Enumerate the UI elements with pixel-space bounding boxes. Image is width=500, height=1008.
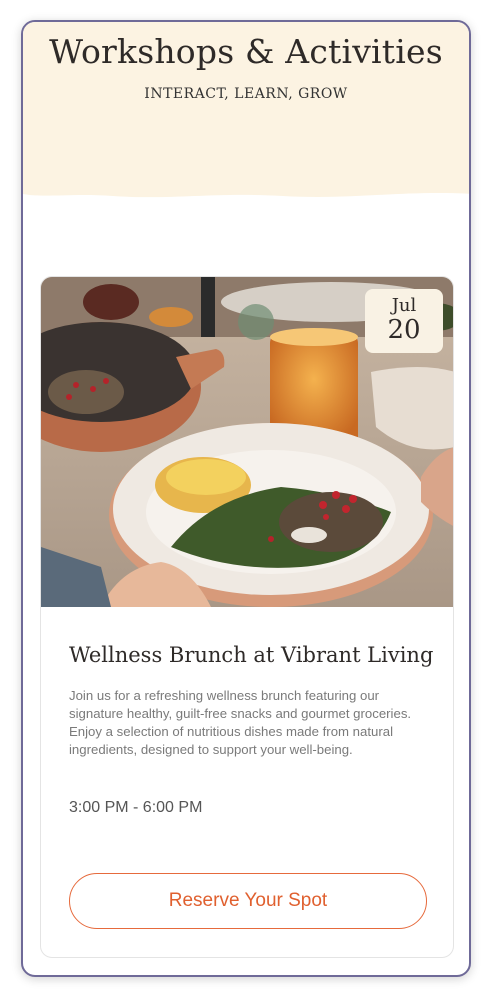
header-banner: Workshops & Activities INTERACT, LEARN, …	[23, 22, 469, 222]
date-day: 20	[387, 315, 421, 345]
date-badge: Jul 20	[365, 289, 443, 353]
page-title: Workshops & Activities	[49, 32, 443, 71]
phone-frame: Workshops & Activities INTERACT, LEARN, …	[21, 20, 471, 977]
page-subtitle: INTERACT, LEARN, GROW	[144, 86, 348, 102]
event-title: Wellness Brunch at Vibrant Living	[69, 643, 434, 667]
event-time: 3:00 PM - 6:00 PM	[69, 799, 203, 816]
reserve-spot-button[interactable]: Reserve Your Spot	[69, 873, 427, 929]
event-description: Join us for a refreshing wellness brunch…	[69, 688, 412, 757]
date-month: Jul	[391, 295, 417, 316]
event-card: Jul 20 Wellness Brunch at Vibrant Living…	[40, 276, 454, 958]
